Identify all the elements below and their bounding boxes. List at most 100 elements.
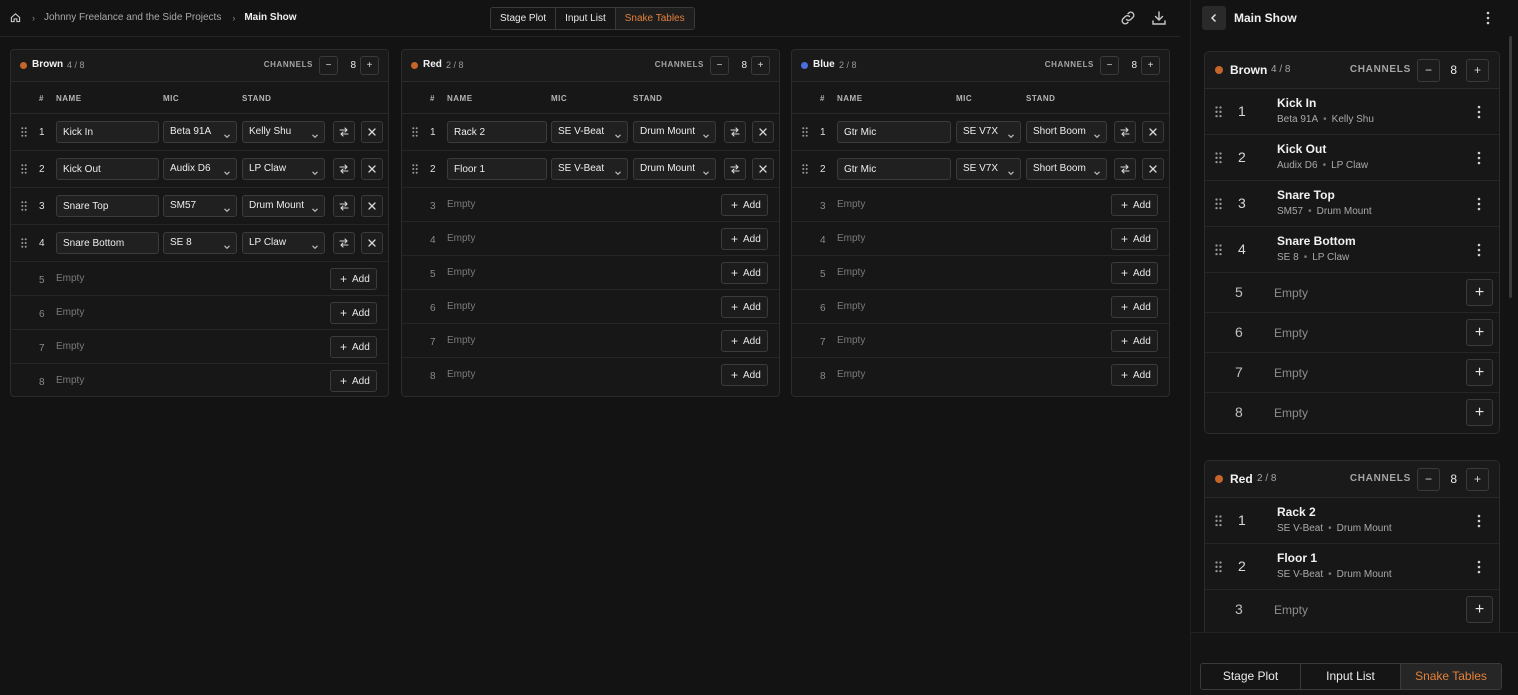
list-item[interactable]: 3 Snare Top SM57 • Drum Mount <box>1205 181 1499 227</box>
list-item[interactable]: 1 Kick In Beta 91A • Kelly Shu <box>1205 89 1499 135</box>
channel-name-input[interactable] <box>56 195 159 217</box>
breadcrumb-project[interactable]: Johnny Freelance and the Side Projects <box>44 12 221 23</box>
stand-select[interactable]: Drum Mount <box>242 195 325 217</box>
bottom-tab-input-list[interactable]: Input List <box>1301 664 1401 689</box>
drag-handle-icon[interactable] <box>21 127 27 137</box>
download-icon[interactable] <box>1150 9 1168 27</box>
list-item[interactable]: 4 Snare Bottom SE 8 • LP Claw <box>1205 227 1499 273</box>
drag-handle-icon[interactable] <box>21 238 27 248</box>
more-vertical-icon[interactable] <box>1477 243 1481 257</box>
more-vertical-icon[interactable] <box>1486 11 1490 25</box>
scrollbar[interactable] <box>1509 36 1512 298</box>
add-channel-button[interactable]: + Add <box>721 364 768 386</box>
swap-button[interactable] <box>333 195 355 217</box>
add-channel-button[interactable]: + <box>1466 596 1493 623</box>
more-vertical-icon[interactable] <box>1477 514 1481 528</box>
channels-increase-button[interactable]: + <box>1466 468 1489 491</box>
drag-handle-icon[interactable] <box>1215 106 1222 118</box>
add-channel-button[interactable]: + Add <box>1111 228 1158 250</box>
more-vertical-icon[interactable] <box>1477 560 1481 574</box>
list-item[interactable]: 2 Kick Out Audix D6 • LP Claw <box>1205 135 1499 181</box>
channel-name-input[interactable] <box>56 232 159 254</box>
stand-select[interactable]: Drum Mount <box>633 121 716 143</box>
channel-name-input[interactable] <box>447 121 547 143</box>
more-vertical-icon[interactable] <box>1477 197 1481 211</box>
channels-decrease-button[interactable]: − <box>1100 56 1119 75</box>
bottom-tab-stage-plot[interactable]: Stage Plot <box>1201 664 1301 689</box>
mic-select[interactable]: SE V7X <box>956 158 1021 180</box>
drag-handle-icon[interactable] <box>1215 244 1222 256</box>
stand-select[interactable]: LP Claw <box>242 232 325 254</box>
add-channel-button[interactable]: + Add <box>330 268 377 290</box>
mic-select[interactable]: SM57 <box>163 195 237 217</box>
channels-decrease-button[interactable]: − <box>319 56 338 75</box>
tab-input-list[interactable]: Input List <box>556 8 616 29</box>
channel-name-input[interactable] <box>56 158 159 180</box>
add-channel-button[interactable]: + Add <box>721 296 768 318</box>
add-channel-button[interactable]: + Add <box>721 228 768 250</box>
channel-name-input[interactable] <box>56 121 159 143</box>
drag-handle-icon[interactable] <box>1215 198 1222 210</box>
drag-handle-icon[interactable] <box>21 164 27 174</box>
add-channel-button[interactable]: + Add <box>1111 296 1158 318</box>
drag-handle-icon[interactable] <box>802 127 808 137</box>
swap-button[interactable] <box>724 121 746 143</box>
add-channel-button[interactable]: + <box>1466 399 1493 426</box>
add-channel-button[interactable]: + Add <box>721 330 768 352</box>
channels-decrease-button[interactable]: − <box>1417 468 1440 491</box>
drag-handle-icon[interactable] <box>21 201 27 211</box>
add-channel-button[interactable]: + Add <box>1111 330 1158 352</box>
stand-select[interactable]: Short Boom <box>1026 121 1107 143</box>
drag-handle-icon[interactable] <box>412 164 418 174</box>
add-channel-button[interactable]: + Add <box>330 336 377 358</box>
stand-select[interactable]: Kelly Shu <box>242 121 325 143</box>
add-channel-button[interactable]: + Add <box>1111 194 1158 216</box>
stand-select[interactable]: Short Boom <box>1026 158 1107 180</box>
swap-button[interactable] <box>333 158 355 180</box>
add-channel-button[interactable]: + Add <box>721 194 768 216</box>
drag-handle-icon[interactable] <box>1215 152 1222 164</box>
swap-button[interactable] <box>1114 121 1136 143</box>
add-channel-button[interactable]: + Add <box>330 302 377 324</box>
mic-select[interactable]: Audix D6 <box>163 158 237 180</box>
stand-select[interactable]: LP Claw <box>242 158 325 180</box>
add-channel-button[interactable]: + Add <box>330 370 377 392</box>
list-item[interactable]: 1 Rack 2 SE V-Beat • Drum Mount <box>1205 498 1499 544</box>
stand-select[interactable]: Drum Mount <box>633 158 716 180</box>
channel-name-input[interactable] <box>447 158 547 180</box>
channels-increase-button[interactable]: + <box>1466 59 1489 82</box>
mic-select[interactable]: SE V-Beat <box>551 121 628 143</box>
channel-name-input[interactable] <box>837 121 951 143</box>
remove-button[interactable] <box>1142 121 1164 143</box>
home-icon[interactable] <box>10 12 21 23</box>
channels-increase-button[interactable]: + <box>360 56 379 75</box>
drag-handle-icon[interactable] <box>1215 561 1222 573</box>
bottom-tab-snake-tables[interactable]: Snake Tables <box>1401 664 1501 689</box>
swap-button[interactable] <box>724 158 746 180</box>
remove-button[interactable] <box>361 121 383 143</box>
mic-select[interactable]: SE 8 <box>163 232 237 254</box>
mic-select[interactable]: SE V7X <box>956 121 1021 143</box>
add-channel-button[interactable]: + <box>1466 279 1493 306</box>
swap-button[interactable] <box>1114 158 1136 180</box>
add-channel-button[interactable]: + <box>1466 359 1493 386</box>
channels-increase-button[interactable]: + <box>1141 56 1160 75</box>
remove-button[interactable] <box>752 121 774 143</box>
remove-button[interactable] <box>361 195 383 217</box>
channels-decrease-button[interactable]: − <box>710 56 729 75</box>
mic-select[interactable]: Beta 91A <box>163 121 237 143</box>
add-channel-button[interactable]: + Add <box>1111 262 1158 284</box>
back-button[interactable] <box>1202 6 1226 30</box>
channel-name-input[interactable] <box>837 158 951 180</box>
add-channel-button[interactable]: + <box>1466 319 1493 346</box>
add-channel-button[interactable]: + Add <box>721 262 768 284</box>
drag-handle-icon[interactable] <box>1215 515 1222 527</box>
remove-button[interactable] <box>361 158 383 180</box>
channels-increase-button[interactable]: + <box>751 56 770 75</box>
more-vertical-icon[interactable] <box>1477 151 1481 165</box>
swap-button[interactable] <box>333 121 355 143</box>
add-channel-button[interactable]: + Add <box>1111 364 1158 386</box>
tab-snake-tables[interactable]: Snake Tables <box>615 8 694 29</box>
remove-button[interactable] <box>361 232 383 254</box>
remove-button[interactable] <box>752 158 774 180</box>
